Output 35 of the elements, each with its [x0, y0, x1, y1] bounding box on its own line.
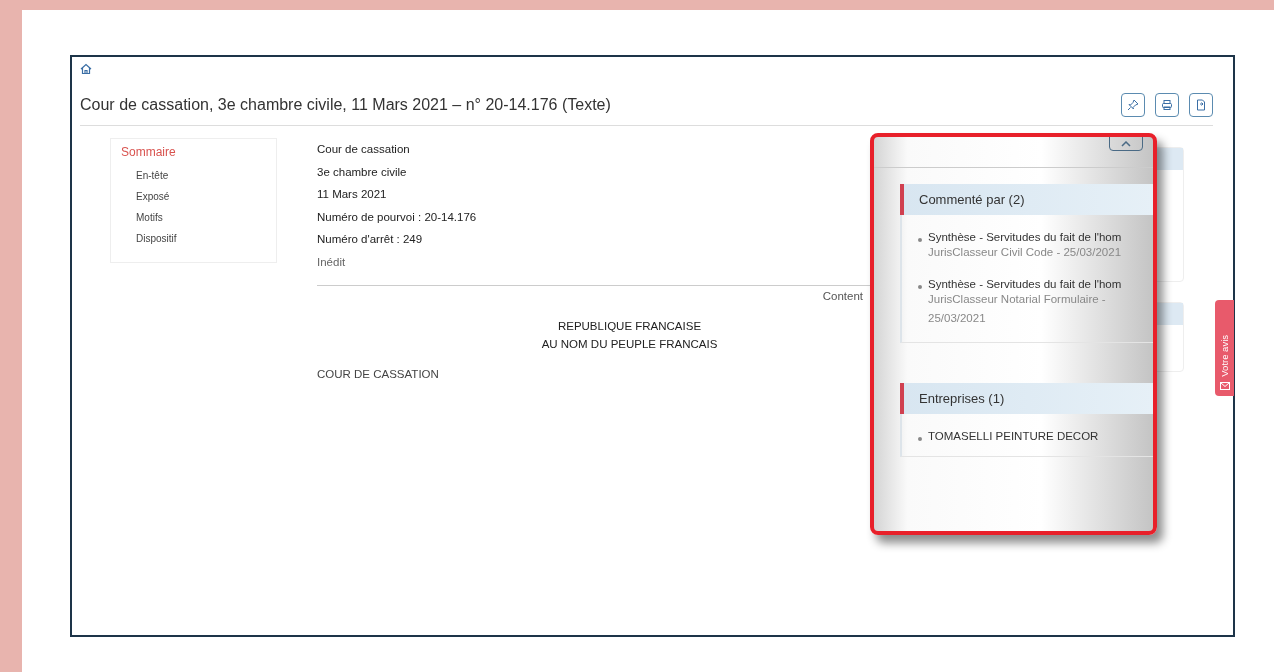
item-source: JurisClasseur Notarial Formulaire - 25/03/2021: [928, 292, 1107, 326]
decision-detail: Inédit: [317, 254, 347, 270]
summary-link[interactable]: Exposé: [121, 186, 266, 207]
item-link[interactable]: Synthèse - Servitudes du fait de l'hom: [928, 278, 1150, 290]
home-icon[interactable]: [80, 63, 92, 75]
bullet-icon: [918, 437, 922, 441]
bullet-icon: [918, 285, 922, 289]
export-button[interactable]: [1189, 93, 1213, 117]
summary-link[interactable]: Dispositif: [121, 228, 266, 249]
item-link[interactable]: TOMASELLI PEINTURE DECOR: [928, 430, 1099, 442]
chevron-up-icon: [1121, 141, 1131, 147]
summary-title: Sommaire: [121, 145, 177, 159]
decision-detail: 11 Mars 2021: [317, 187, 388, 202]
section-header[interactable]: Commenté par (2): [900, 184, 1153, 215]
summary-link[interactable]: En-tête: [121, 165, 266, 186]
summary-link[interactable]: Motifs: [121, 207, 266, 228]
bullet-icon: [918, 238, 922, 242]
decision-detail: Cour de cassation: [317, 142, 411, 157]
section-header[interactable]: Entreprises (1): [900, 383, 1153, 414]
pin-button[interactable]: [1121, 93, 1145, 117]
envelope-icon: [1219, 382, 1230, 390]
court-name: COUR DE CASSATION: [317, 368, 440, 380]
document-arrow-icon: [1195, 99, 1207, 111]
print-button[interactable]: [1155, 93, 1179, 117]
content-label: Content: [822, 290, 863, 302]
decision-detail: Numéro de pourvoi : 20-14.176: [317, 209, 478, 225]
item-source: JurisClasseur Civil Code - 25/03/2021: [928, 245, 1123, 260]
decision-heading: AU NOM DU PEUPLE FRANCAIS: [541, 338, 718, 350]
pin-icon: [1127, 99, 1139, 111]
decision-detail: 3e chambre civile: [317, 164, 408, 180]
decision-detail: Numéro d'arrêt : 249: [317, 232, 424, 247]
page-title: Cour de cassation, 3e chambre civile, 11 Mars 2021 – n° 20-14.176 (Texte): [80, 96, 611, 114]
decision-heading: REPUBLIQUE FRANCAISE: [557, 320, 702, 332]
printer-icon: [1161, 99, 1173, 111]
item-link[interactable]: Synthèse - Servitudes du fait de l'hom: [928, 231, 1150, 243]
